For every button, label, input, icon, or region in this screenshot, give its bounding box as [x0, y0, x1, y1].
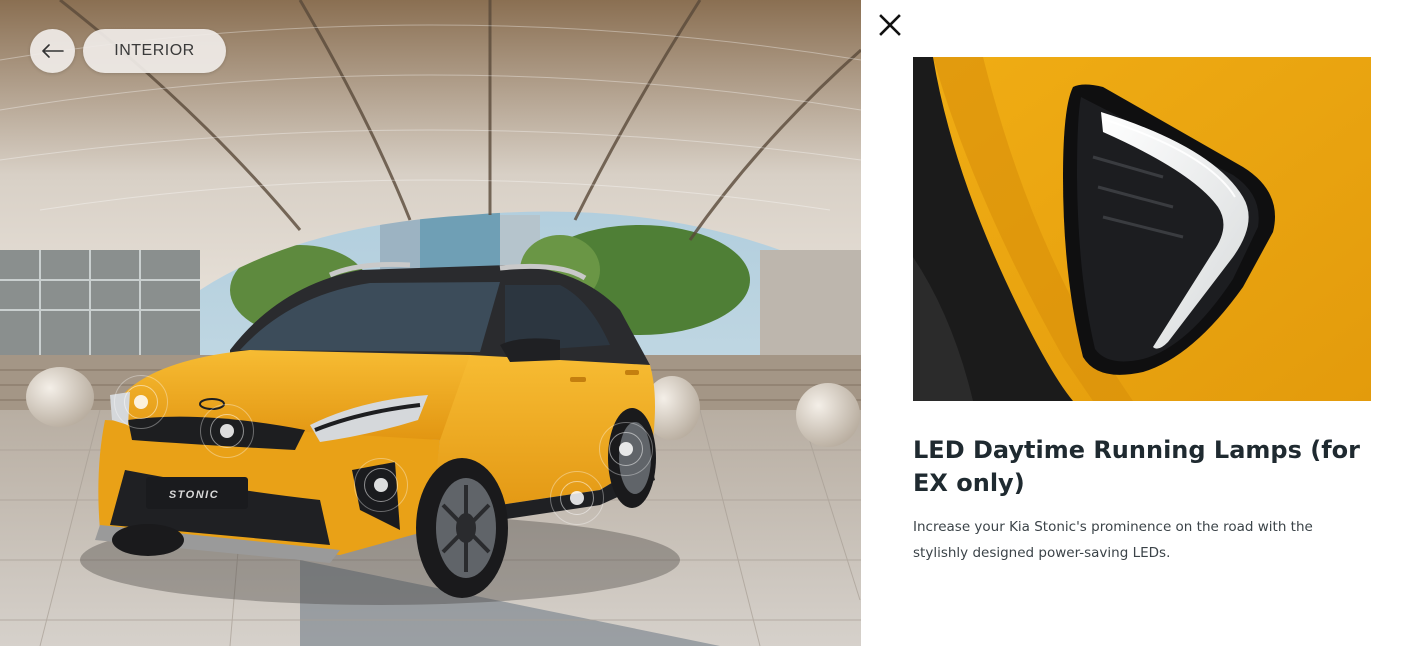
car-badge: STONIC: [169, 489, 219, 501]
hotspot-rear-wheel[interactable]: [599, 422, 653, 476]
feature-image: [913, 57, 1371, 401]
hotspot-front-wheel[interactable]: [550, 471, 604, 525]
arrow-left-icon: [41, 44, 64, 58]
feature-detail-panel: LED Daytime Running Lamps (for EX only) …: [861, 0, 1423, 646]
car-scene-image: STONIC: [0, 0, 861, 646]
hotspot-headlamp-left[interactable]: [114, 375, 168, 429]
close-icon: [879, 14, 901, 36]
close-button[interactable]: [875, 10, 905, 40]
hotspot-fog-lamp[interactable]: [354, 458, 408, 512]
exterior-scene: STONIC INTERIOR: [0, 0, 861, 646]
feature-description: Increase your Kia Stonic's prominence on…: [913, 519, 1313, 561]
feature-title: LED Daytime Running Lamps (for EX only): [913, 436, 1360, 497]
hotspot-grille[interactable]: [200, 404, 254, 458]
back-button[interactable]: [30, 29, 75, 73]
interior-view-button[interactable]: INTERIOR: [83, 29, 226, 73]
